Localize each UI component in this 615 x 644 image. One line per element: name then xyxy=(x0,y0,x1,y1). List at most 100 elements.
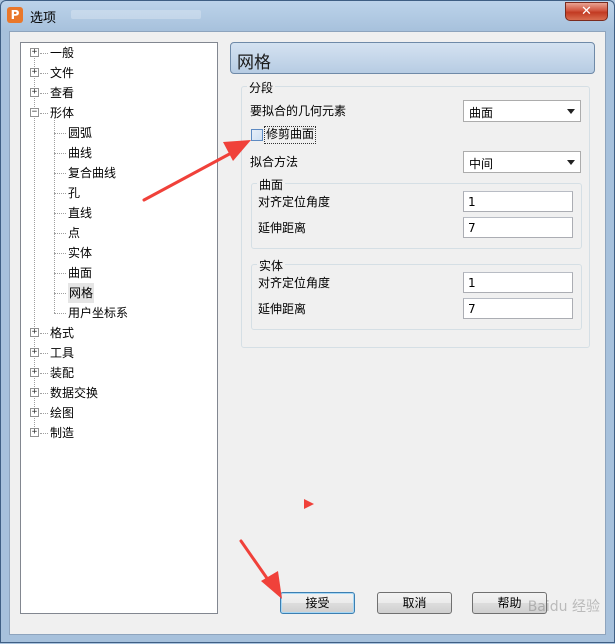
fit-element-value: 曲面 xyxy=(469,106,494,120)
tree-connector xyxy=(54,213,66,214)
tree-item[interactable]: 实体 xyxy=(21,243,217,263)
expand-plus-icon[interactable]: + xyxy=(30,388,39,397)
tree-item-label[interactable]: 直线 xyxy=(68,203,92,223)
tree-connector xyxy=(40,333,48,334)
tree-connector xyxy=(40,73,48,74)
expand-plus-icon[interactable]: + xyxy=(30,408,39,417)
surface-extend-distance-input[interactable]: 7 xyxy=(463,217,573,238)
tree-connector xyxy=(40,53,48,54)
title-bar[interactable]: P 选项 ✕ xyxy=(1,1,614,31)
tree-connector xyxy=(54,253,66,254)
tree-item-label[interactable]: 绘图 xyxy=(50,403,74,423)
tree-item[interactable]: + 查看 xyxy=(21,83,217,103)
tree-item[interactable]: + 文件 xyxy=(21,63,217,83)
expand-plus-icon[interactable]: + xyxy=(30,68,39,77)
solid-align-angle-input[interactable]: 1 xyxy=(463,272,573,293)
expand-plus-icon[interactable]: + xyxy=(30,348,39,357)
tree-item[interactable]: 用户坐标系 xyxy=(21,303,217,323)
tree-item-label[interactable]: 网格 xyxy=(68,283,95,303)
tree-item-label[interactable]: 工具 xyxy=(50,343,74,363)
tree-item-label[interactable]: 曲线 xyxy=(68,143,92,163)
tree-connector xyxy=(40,353,48,354)
tree-connector xyxy=(54,153,66,154)
dialog-client-area: + 一般 + 文件 + 查看 − 形体 圆弧 曲线 复合曲线孔直线点实体 曲面 网格 用户坐标系 + 格式 + 工… xyxy=(9,31,606,635)
tree-item[interactable]: 直线 xyxy=(21,203,217,223)
tree-item[interactable]: 孔 xyxy=(21,183,217,203)
tree-connector xyxy=(54,293,66,294)
tree-connector xyxy=(54,313,66,314)
fit-method-label: 拟合方法 xyxy=(250,155,299,169)
tree-item-label[interactable]: 孔 xyxy=(68,183,80,203)
fit-method-select[interactable]: 中间 xyxy=(463,151,581,173)
solid-align-angle-value: 1 xyxy=(468,276,476,290)
cancel-button[interactable]: 取消 xyxy=(377,592,452,614)
tree-item[interactable]: + 绘图 xyxy=(21,403,217,423)
tree-item[interactable]: + 装配 xyxy=(21,363,217,383)
options-dialog: P 选项 ✕ + 一般 + 文件 + 查看 − 形体 圆弧 曲线 复合曲线孔直线点实体 曲面 网格 用户坐… xyxy=(0,0,615,643)
tree-item-label[interactable]: 格式 xyxy=(50,323,74,343)
tree-connector xyxy=(40,93,48,94)
tree-item[interactable]: 曲线 xyxy=(21,143,217,163)
tree-item-label[interactable]: 用户坐标系 xyxy=(68,303,128,323)
tree-item[interactable]: 圆弧 xyxy=(21,123,217,143)
expand-plus-icon[interactable]: + xyxy=(30,88,39,97)
tree-item-label[interactable]: 圆弧 xyxy=(68,123,92,143)
tree-item-label[interactable]: 点 xyxy=(68,223,80,243)
chevron-down-icon xyxy=(567,160,575,165)
tree-item[interactable]: + 制造 xyxy=(21,423,217,443)
tree-item[interactable]: + 一般 xyxy=(21,43,217,63)
surface-align-angle-input[interactable]: 1 xyxy=(463,191,573,212)
tree-connector xyxy=(40,113,48,114)
expand-plus-icon[interactable]: + xyxy=(30,368,39,377)
tree-item[interactable]: 点 xyxy=(21,223,217,243)
panel-title: 网格 xyxy=(237,53,271,73)
tree-item[interactable]: 网格 xyxy=(21,283,217,303)
tree-item[interactable]: − 形体 xyxy=(21,103,217,123)
tree-item-label[interactable]: 制造 xyxy=(50,423,74,443)
tree-item-label[interactable]: 复合曲线 xyxy=(68,163,116,183)
tree-item-label[interactable]: 实体 xyxy=(68,243,92,263)
solid-align-angle-label: 对齐定位角度 xyxy=(258,276,331,290)
tree-connector xyxy=(54,273,66,274)
tree-connector xyxy=(54,193,66,194)
tree-item-label[interactable]: 装配 xyxy=(50,363,74,383)
accept-button[interactable]: 接受 xyxy=(280,592,355,614)
segment-group-title: 分段 xyxy=(247,79,276,96)
options-tree[interactable]: + 一般 + 文件 + 查看 − 形体 圆弧 曲线 复合曲线孔直线点实体 曲面 网格 用户坐标系 + 格式 + 工… xyxy=(20,42,218,614)
solid-extend-distance-input[interactable]: 7 xyxy=(463,298,573,319)
tree-item[interactable]: + 数据交换 xyxy=(21,383,217,403)
tree-item[interactable]: 曲面 xyxy=(21,263,217,283)
tree-connector xyxy=(40,393,48,394)
collapse-minus-icon[interactable]: − xyxy=(30,108,39,117)
close-button[interactable]: ✕ xyxy=(565,2,608,21)
tree-item[interactable]: + 工具 xyxy=(21,343,217,363)
watermark: Baidu 经验 xyxy=(527,599,600,615)
tree-item-label[interactable]: 一般 xyxy=(50,43,74,63)
surface-align-angle-label: 对齐定位角度 xyxy=(258,195,331,209)
tree-item[interactable]: 复合曲线 xyxy=(21,163,217,183)
window-title: 选项 xyxy=(30,11,57,26)
app-logo-icon: P xyxy=(7,7,23,23)
expand-plus-icon[interactable]: + xyxy=(30,48,39,57)
fit-element-label: 要拟合的几何元素 xyxy=(250,104,347,118)
expand-plus-icon[interactable]: + xyxy=(30,328,39,337)
chevron-down-icon xyxy=(567,109,575,114)
tree-item-label[interactable]: 曲面 xyxy=(68,263,92,283)
trim-surface-label[interactable]: 修剪曲面 xyxy=(264,126,317,144)
tree-item[interactable]: + 格式 xyxy=(21,323,217,343)
title-blurred-text xyxy=(71,10,201,19)
tree-item-label[interactable]: 数据交换 xyxy=(50,383,98,403)
surface-align-angle-value: 1 xyxy=(468,195,476,209)
tree-item-label[interactable]: 文件 xyxy=(50,63,74,83)
solid-extend-distance-label: 延伸距离 xyxy=(258,302,307,316)
expand-plus-icon[interactable]: + xyxy=(30,428,39,437)
close-icon: ✕ xyxy=(581,4,592,19)
tree-connector xyxy=(54,233,66,234)
fit-element-select[interactable]: 曲面 xyxy=(463,100,581,122)
surface-extend-distance-label: 延伸距离 xyxy=(258,221,307,235)
tree-item-label[interactable]: 形体 xyxy=(50,103,74,123)
tree-connector xyxy=(40,373,48,374)
tree-item-label[interactable]: 查看 xyxy=(50,83,74,103)
trim-surface-checkbox[interactable] xyxy=(251,129,263,141)
surface-group-title: 曲面 xyxy=(257,176,286,193)
